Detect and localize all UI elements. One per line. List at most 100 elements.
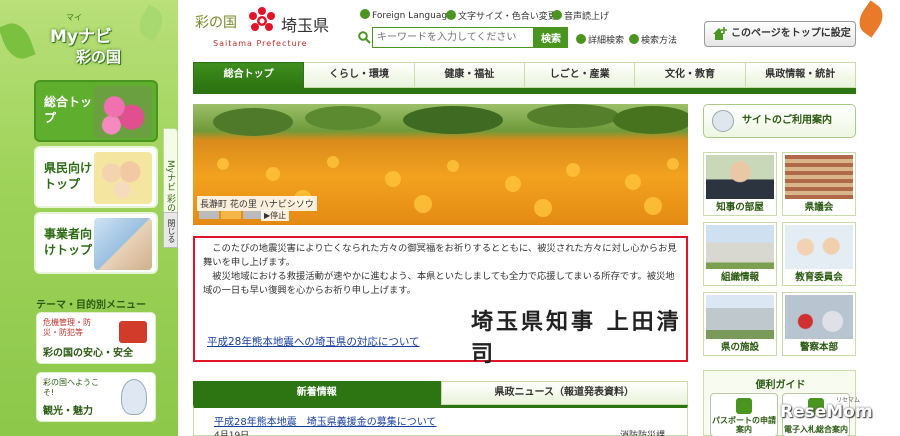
sidebar-card-residents-top[interactable]: 県民向けトップ <box>34 146 158 208</box>
theme-item-sub: 危機管理・防災・防犯等 <box>43 318 91 337</box>
search-method-label: 検索方法 <box>641 36 678 46</box>
nav-item-life-environment[interactable]: くらし・環境 <box>304 62 415 88</box>
notice-paragraph-1: このたびの地震災害により亡くなられた方々の御冥福をお祈りするとともに、被災された… <box>203 243 677 268</box>
hero-slideshow[interactable]: 長瀞町 花の里 ハナビシソウ ▶停止 <box>193 104 688 225</box>
tile-label: 知事の部屋 <box>716 202 764 213</box>
flower-photo <box>94 86 152 138</box>
kobaton-mascot-icon <box>121 379 147 415</box>
stop-label: 停止 <box>270 211 287 220</box>
site-guide-label: サイトのご利用案内 <box>742 115 832 126</box>
slide-dot[interactable] <box>221 211 241 219</box>
tab-prefectural-news[interactable]: 県政ニュース（報道発表資料） <box>440 381 688 405</box>
governor-photo <box>706 155 774 199</box>
theme-menu-heading: テーマ・目的別メニュー <box>36 300 146 311</box>
voice-reading-link[interactable]: 音声読上げ <box>552 9 609 22</box>
font-size-color-link[interactable]: 文字サイズ・色合い変更 <box>446 9 557 22</box>
foreign-language-link[interactable]: Foreign Language <box>360 9 453 21</box>
kumamoto-response-link[interactable]: 平成28年熊本地震への埼玉県の対応について <box>207 334 420 349</box>
news-item-category: 消防防災課 <box>620 431 666 436</box>
saitama-emblem-icon <box>249 7 275 31</box>
government-building-photo <box>706 225 774 269</box>
globe-icon <box>360 9 370 19</box>
util-link-label: 音声読上げ <box>564 12 610 22</box>
benri-item-label: 電子入札総合案内 <box>784 425 848 434</box>
nav-item-health-welfare[interactable]: 健康・福祉 <box>414 62 525 88</box>
side-navigation: マイ Myナビ 彩の国 総合トップ 県民向けトップ 事業者向けトップ Myナビ … <box>0 0 178 436</box>
leaf-decoration <box>853 0 889 38</box>
slide-indicators <box>199 211 263 219</box>
util-link-label: 文字サイズ・色合い変更 <box>458 12 557 22</box>
kobaton-icon <box>712 110 734 132</box>
handshake-photo <box>94 218 152 270</box>
slide-dot[interactable] <box>199 211 219 219</box>
logo-line-2: 彩の国 <box>76 48 122 66</box>
earthquake-notice: このたびの地震災害により亡くなられた方々の御冥福をお祈りするとともに、被災された… <box>193 236 688 367</box>
sidebar-card-business-top[interactable]: 事業者向けトップ <box>34 212 158 274</box>
theme-item-sub: 彩の国へようこそ! <box>43 378 99 397</box>
resemom-watermark: ReseMom <box>780 402 873 422</box>
tile-label: 組織情報 <box>720 272 759 283</box>
set-top-label: このページをトップに設定 <box>731 28 851 39</box>
tab-new-info[interactable]: 新着情報 <box>193 381 441 405</box>
fire-extinguisher-icon <box>119 321 147 343</box>
search-icon <box>576 34 586 44</box>
detail-search-label: 詳細検索 <box>588 36 625 46</box>
search-icon <box>358 31 371 44</box>
tile-label: 教育委員会 <box>795 272 843 283</box>
site-guide-button[interactable]: サイトのご利用案内 <box>703 104 856 138</box>
tile-prefectural-assembly[interactable]: 県議会 <box>782 152 856 216</box>
news-list: 平成28年熊本地震 埼玉県義援金の募集について 4月19日 消防防災課 <box>193 405 688 436</box>
theme-item-tourism[interactable]: 彩の国へようこそ! 観光・魅力 <box>36 372 156 422</box>
hero-caption: 長瀞町 花の里 ハナビシソウ <box>197 196 317 211</box>
police-motorcycle-photo <box>785 295 853 339</box>
convenience-guide-title: 便利ガイド <box>755 380 806 391</box>
tile-label: 警察本部 <box>799 342 838 353</box>
house-plus-icon <box>713 27 727 40</box>
slideshow-stop-button[interactable]: ▶停止 <box>261 210 290 221</box>
benri-item-label: パスポートの申請案内 <box>712 416 776 434</box>
classroom-photo <box>785 225 853 269</box>
tile-board-of-education[interactable]: 教育委員会 <box>782 222 856 286</box>
sidebar-card-label: 総合トップ <box>44 95 93 125</box>
nav-sub-bar <box>193 88 856 94</box>
saitama-logo[interactable]: 彩の国 埼玉県 Saitama Prefecture <box>195 6 345 54</box>
tile-prefectural-facilities[interactable]: 県の施設 <box>703 292 777 356</box>
slide-dot[interactable] <box>243 211 263 219</box>
sidebar-card-general-top[interactable]: 総合トップ <box>34 80 158 142</box>
tile-governor-room[interactable]: 知事の部屋 <box>703 152 777 216</box>
tile-label: 県議会 <box>804 202 834 213</box>
tile-organization-info[interactable]: 組織情報 <box>703 222 777 286</box>
governor-signature: 埼玉県知事 上田清司 <box>471 309 682 367</box>
theme-item-safety[interactable]: 危機管理・防災・防犯等 彩の国の安心・安全 <box>36 312 156 364</box>
myNavi-logo[interactable]: マイ Myナビ 彩の国 <box>20 12 150 72</box>
speaker-icon <box>552 10 562 20</box>
notice-paragraph-2: 被災地域における救援活動が速やかに進むよう、本県といたしましても全力で応援してま… <box>203 271 675 296</box>
nav-item-work-industry[interactable]: しごと・産業 <box>524 62 636 88</box>
tile-police-headquarters[interactable]: 警察本部 <box>782 292 856 356</box>
sidebar-close-button[interactable]: 閉じる <box>163 212 178 248</box>
assembly-hall-photo <box>785 155 853 199</box>
search-method-link[interactable]: 検索方法 <box>629 33 677 46</box>
site-search: 検索 <box>358 27 568 49</box>
set-as-homepage-button[interactable]: このページをトップに設定 <box>704 21 856 47</box>
facility-photo <box>706 295 774 339</box>
detail-search-link[interactable]: 詳細検索 <box>576 33 624 46</box>
news-tabs: 新着情報 県政ニュース（報道発表資料） <box>193 381 688 405</box>
nav-item-prefectural-info[interactable]: 県政情報・統計 <box>745 62 856 88</box>
logo-text-right: 埼玉県 <box>281 16 330 35</box>
nav-item-general-top[interactable]: 総合トップ <box>193 62 305 88</box>
passport-application-button[interactable]: パスポートの申請案内 <box>710 393 778 436</box>
tile-label: 県の施設 <box>720 342 759 353</box>
nav-item-culture-education[interactable]: 文化・教育 <box>635 62 746 88</box>
logo-text-left: 彩の国 <box>195 15 237 31</box>
theme-item-label: 観光・魅力 <box>43 406 93 417</box>
util-link-label: Foreign Language <box>372 11 453 21</box>
logo-line-1: Myナビ <box>50 27 112 47</box>
sidebar-card-label: 県民向けトップ <box>44 161 93 191</box>
passport-icon <box>736 398 752 414</box>
search-button[interactable]: 検索 <box>534 27 568 48</box>
news-item-date: 4月19日 <box>214 431 250 436</box>
news-item-title[interactable]: 平成28年熊本地震 埼玉県義援金の募集について <box>214 413 436 428</box>
search-input[interactable] <box>372 27 534 48</box>
help-icon <box>629 34 639 44</box>
